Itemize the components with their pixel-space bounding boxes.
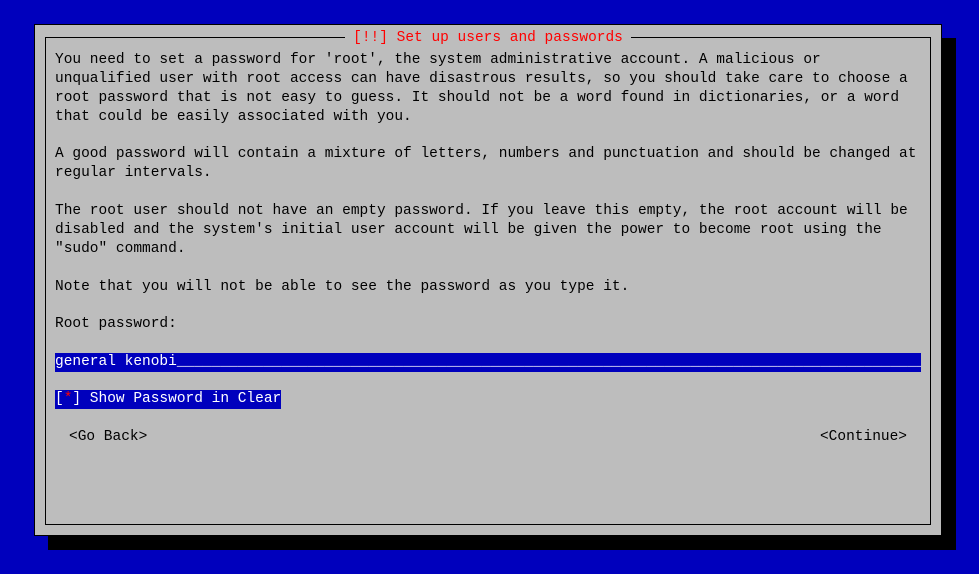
dialog-title: [!!] Set up users and passwords [345, 29, 631, 48]
dialog-button-row: <Go Back> <Continue> [55, 428, 921, 447]
intro-paragraph-1: You need to set a password for 'root', t… [55, 51, 921, 126]
show-password-checkbox[interactable]: [*] Show Password in Clear [55, 390, 281, 409]
password-value-text: general kenobi [55, 354, 177, 370]
intro-paragraph-2: A good password will contain a mixture o… [55, 145, 921, 183]
show-password-label: Show Password in Clear [81, 391, 281, 407]
root-password-input[interactable]: general kenobi__________________________… [55, 353, 921, 372]
dialog-content: You need to set a password for 'root', t… [47, 41, 929, 447]
intro-paragraph-4: Note that you will not be able to see th… [55, 278, 921, 297]
go-back-button[interactable]: <Go Back> [69, 428, 147, 447]
intro-paragraph-3: The root user should not have an empty p… [55, 202, 921, 259]
bracket-open-icon: [ [55, 391, 64, 407]
installer-dialog: [!!] Set up users and passwords You need… [34, 24, 942, 536]
dialog-title-wrap: [!!] Set up users and passwords [35, 29, 941, 48]
input-underscore-padding: ________________________________________… [177, 354, 921, 370]
continue-button[interactable]: <Continue> [820, 428, 907, 447]
password-prompt-label: Root password: [55, 315, 921, 334]
bracket-close-icon: ] [72, 391, 81, 407]
